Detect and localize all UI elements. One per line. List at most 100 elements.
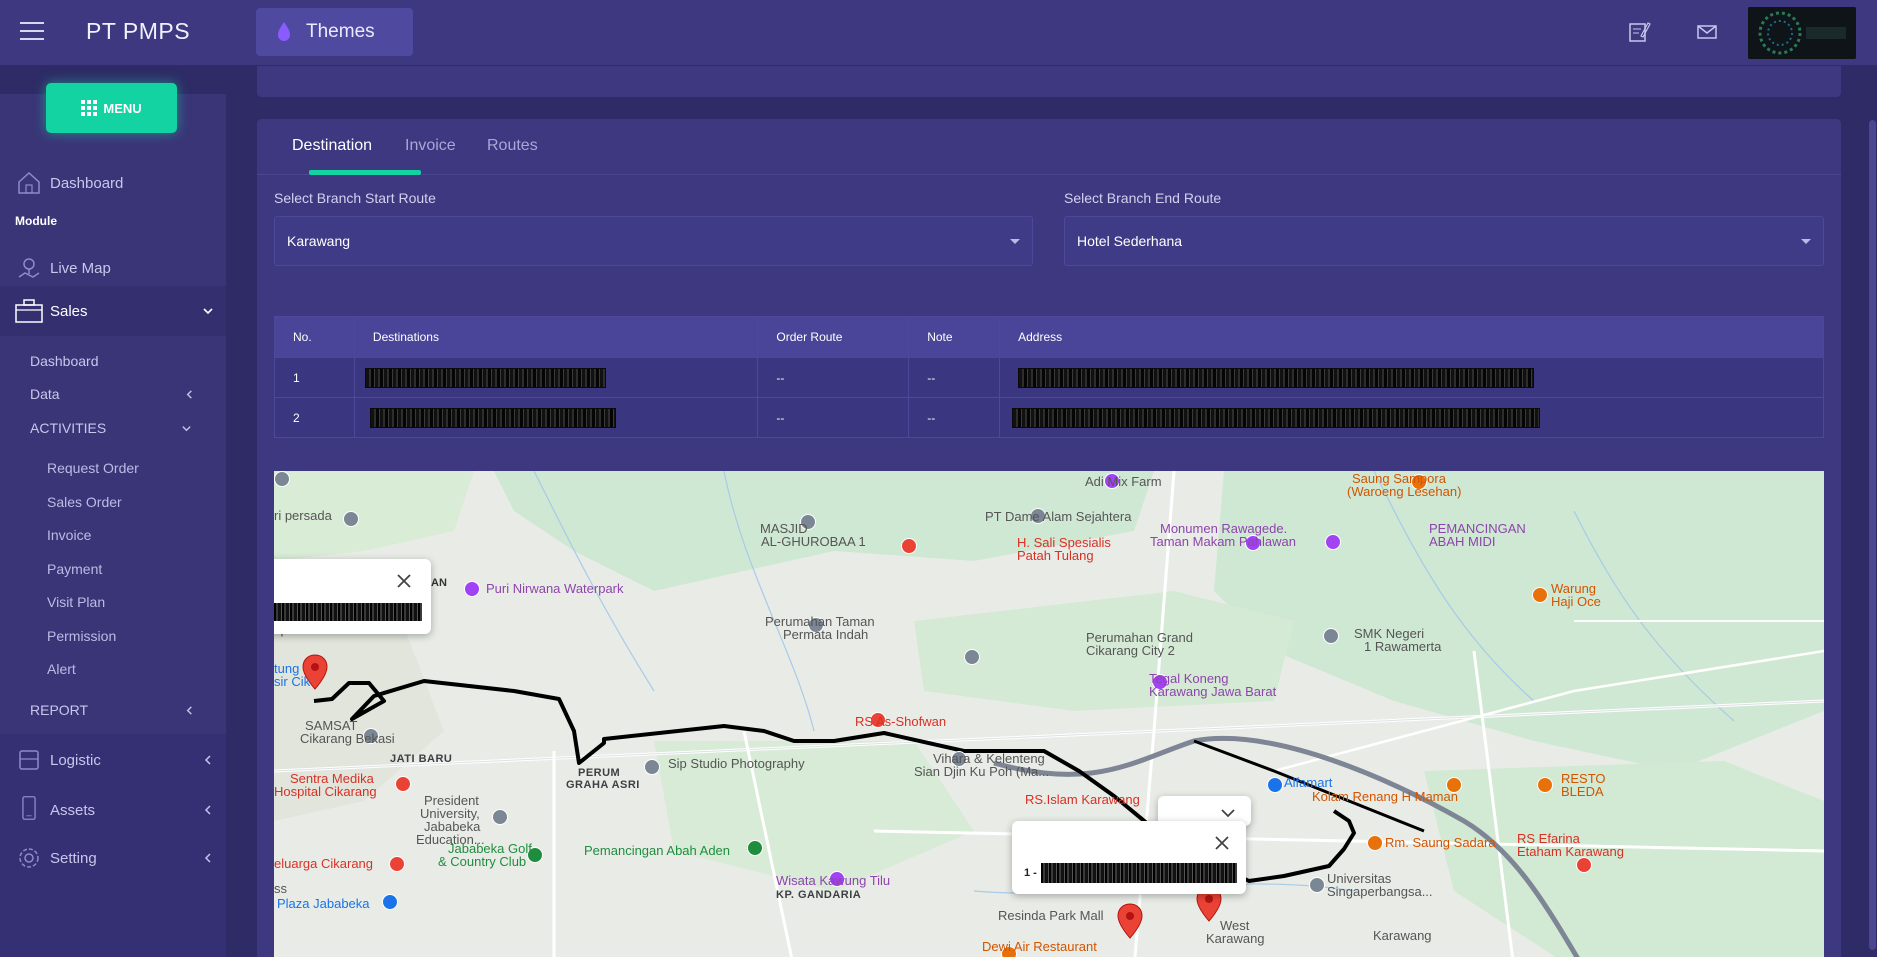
poi-icon[interactable] xyxy=(1323,628,1339,644)
poi-icon[interactable] xyxy=(644,759,660,775)
map-label: Permata Indah xyxy=(783,627,869,642)
poi-icon[interactable] xyxy=(492,809,508,825)
poi-icon[interactable] xyxy=(1325,534,1341,550)
sidebar-alert[interactable]: Alert xyxy=(47,661,76,677)
hamburger-menu-icon[interactable] xyxy=(20,22,44,42)
cell-address-redacted xyxy=(1000,358,1823,397)
user-avatar[interactable] xyxy=(1748,7,1856,59)
sidebar-invoice[interactable]: Invoice xyxy=(47,527,91,543)
poi-icon[interactable] xyxy=(747,840,763,856)
poi-icon[interactable] xyxy=(382,894,398,910)
avatar-image xyxy=(1748,7,1856,59)
map-label: Karawang xyxy=(1373,928,1432,943)
poi-icon[interactable] xyxy=(1309,877,1325,893)
redacted-text xyxy=(369,408,616,428)
sidebar-request-order[interactable]: Request Order xyxy=(47,460,139,476)
chevron-left-icon xyxy=(186,706,192,715)
hospital-icon[interactable] xyxy=(1576,857,1592,873)
popup-label: 1 - xyxy=(1024,867,1037,879)
map-label: Etaham Karawang xyxy=(1517,844,1624,859)
book-icon xyxy=(19,750,39,770)
map-label: Karawang xyxy=(1206,931,1265,946)
grid-icon xyxy=(81,100,98,116)
redacted-text xyxy=(1012,408,1541,428)
sidebar-item-dashboard[interactable]: Dashboard xyxy=(0,164,226,202)
route-card: Destination Invoice Routes Select Branch… xyxy=(257,119,1841,957)
header-note: Note xyxy=(909,317,1001,357)
tab-routes[interactable]: Routes xyxy=(487,137,538,155)
end-route-select[interactable]: Hotel Sederhana xyxy=(1064,216,1824,266)
sidebar-item-sales[interactable]: Sales xyxy=(0,286,226,336)
cell-no: 2 xyxy=(275,398,355,437)
map-label: Haji Oce xyxy=(1551,594,1601,609)
poi-icon[interactable] xyxy=(1267,777,1283,793)
hospital-icon[interactable] xyxy=(395,776,411,792)
map-label: AL-GHUROBAA 1 xyxy=(761,534,866,549)
tab-invoice[interactable]: Invoice xyxy=(405,137,456,155)
sidebar-sub-report[interactable]: REPORT xyxy=(30,702,88,718)
start-route-select[interactable]: Karawang xyxy=(274,216,1033,266)
sidebar-sub-data[interactable]: Data xyxy=(30,386,60,402)
map-label: Taman Makam Pahlawan xyxy=(1150,534,1296,549)
module-heading: Module xyxy=(15,214,57,228)
briefcase-icon xyxy=(15,299,43,323)
poi-icon[interactable] xyxy=(343,511,359,527)
end-route-label: Select Branch End Route xyxy=(1064,190,1222,206)
chevron-down-icon[interactable] xyxy=(1220,805,1236,821)
sidebar-item-assets[interactable]: Assets xyxy=(0,791,226,829)
menu-label: MENU xyxy=(103,100,142,116)
start-route-value: Karawang xyxy=(287,233,351,249)
brand-title: PT PMPS xyxy=(86,18,191,44)
tab-bar: Destination Invoice Routes xyxy=(257,119,1841,175)
sidebar-payment[interactable]: Payment xyxy=(47,561,102,577)
end-route-value: Hotel Sederhana xyxy=(1077,233,1183,249)
restaurant-icon[interactable] xyxy=(1367,835,1383,851)
phone-icon xyxy=(22,796,36,820)
restaurant-icon[interactable] xyxy=(1537,777,1553,793)
cell-destination-redacted xyxy=(355,398,759,437)
poi-icon[interactable] xyxy=(964,649,980,665)
sidebar-item-live-map[interactable]: Live Map xyxy=(0,249,226,287)
redacted-text xyxy=(1041,863,1237,883)
close-icon[interactable] xyxy=(1214,835,1230,851)
sidebar-sales-order[interactable]: Sales Order xyxy=(47,494,122,510)
edit-note-icon[interactable] xyxy=(1627,20,1651,44)
tab-destination[interactable]: Destination xyxy=(292,137,372,155)
map-label: RS As-Shofwan xyxy=(855,714,947,729)
sidebar-label: Dashboard xyxy=(50,174,124,192)
sidebar-item-setting[interactable]: Setting xyxy=(0,839,226,877)
sidebar-sub-activities[interactable]: ACTIVITIES xyxy=(30,420,106,436)
header-no: No. xyxy=(275,317,355,357)
map-marker-icon[interactable] xyxy=(1117,903,1143,939)
map-label: BLEDA xyxy=(1561,784,1604,799)
hospital-icon[interactable] xyxy=(901,538,917,554)
hospital-icon[interactable] xyxy=(389,856,405,872)
route-map[interactable]: ri persada spital tung sir Cik AN Puri N… xyxy=(274,471,1824,957)
poi-icon[interactable] xyxy=(464,581,480,597)
map-label: Singaperbangsa... xyxy=(1327,884,1433,899)
sidebar-visit-plan[interactable]: Visit Plan xyxy=(47,594,105,610)
map-label: & Country Club xyxy=(438,854,527,869)
map-label: Karawang Jawa Barat xyxy=(1149,684,1277,699)
map-label: JATI BARU xyxy=(390,753,453,765)
table-row[interactable]: 1 -- -- xyxy=(275,357,1823,397)
poi-icon[interactable] xyxy=(274,471,290,487)
close-icon[interactable] xyxy=(396,573,412,589)
sidebar-item-logistic[interactable]: Logistic xyxy=(0,741,226,779)
map-label: Sian Djin Ku Poh (Ma... xyxy=(914,764,1050,779)
map-label: KP. GANDARIA xyxy=(776,889,862,901)
restaurant-icon[interactable] xyxy=(1532,587,1548,603)
menu-button[interactable]: MENU xyxy=(46,83,177,133)
map-label: Cikarang Bekasi xyxy=(300,731,395,746)
themes-button[interactable]: Themes xyxy=(256,8,413,56)
themes-label: Themes xyxy=(306,21,375,42)
page-scrollbar[interactable] xyxy=(1869,120,1876,950)
sidebar-sub-dashboard[interactable]: Dashboard xyxy=(30,353,99,369)
cell-note: -- xyxy=(909,398,1001,437)
chevron-down-icon xyxy=(203,308,213,315)
map-label: Plaza Jababeka xyxy=(277,896,370,911)
sidebar-permission[interactable]: Permission xyxy=(47,628,116,644)
table-row[interactable]: 2 -- -- xyxy=(275,397,1823,437)
sidebar: MENU Dashboard Module Live Map Sales Das… xyxy=(0,83,226,957)
mail-icon[interactable] xyxy=(1695,20,1719,44)
